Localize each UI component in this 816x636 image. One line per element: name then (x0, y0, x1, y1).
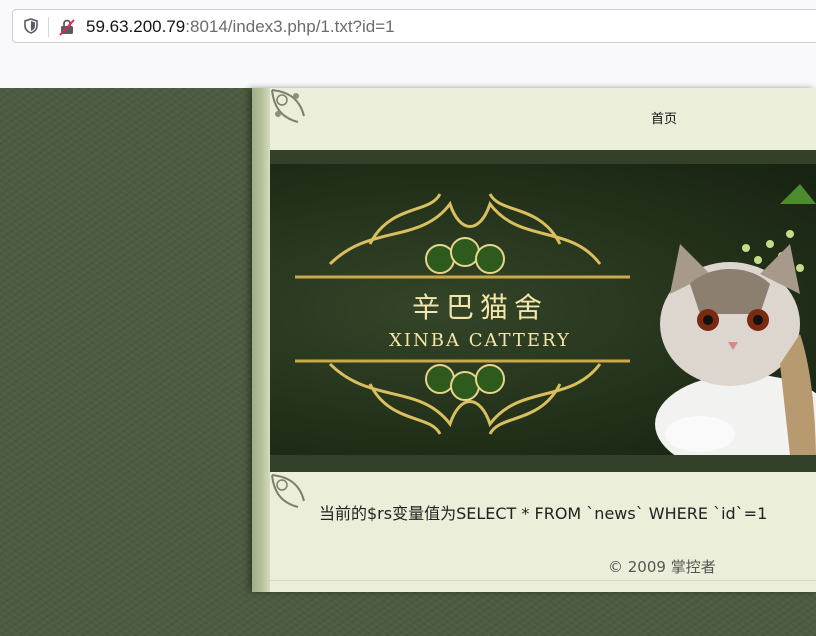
banner-image: 辛巴猫舍 XINBA CATTERY (270, 164, 816, 455)
ornament-icon (271, 89, 305, 123)
logo-english: XINBA CATTERY (389, 330, 571, 351)
cat-photo (655, 244, 816, 455)
url-host: 59.63.200.79 (86, 17, 186, 36)
insecure-lock-icon[interactable] (57, 17, 77, 37)
ornament-icon (271, 474, 305, 508)
nav-home-link[interactable]: 首页 (651, 108, 677, 127)
url-path: :8014/index3.php/1.txt?id=1 (185, 17, 395, 36)
footer-copyright: © 2009 掌控者 (608, 558, 716, 576)
content-text: 当前的$rs变量值为SELECT * FROM `news` WHERE `id… (319, 504, 768, 523)
separator (48, 17, 49, 37)
header-banner: 辛巴猫舍 XINBA CATTERY (270, 150, 816, 472)
shield-icon[interactable] (23, 18, 39, 34)
address-bar[interactable]: 59.63.200.79:8014/index3.php/1.txt?id=1 (12, 9, 816, 43)
browser-toolbar: 59.63.200.79:8014/index3.php/1.txt?id=1 (0, 0, 816, 89)
logo-chinese: 辛巴猫舍 (411, 291, 548, 324)
footer-divider (270, 580, 816, 581)
left-border (252, 88, 270, 592)
site-container: 首页 辛巴猫舍 XINBA CATTERY 当前的$rs变量值为SELECT *… (252, 88, 816, 592)
url-text[interactable]: 59.63.200.79:8014/index3.php/1.txt?id=1 (86, 16, 395, 38)
